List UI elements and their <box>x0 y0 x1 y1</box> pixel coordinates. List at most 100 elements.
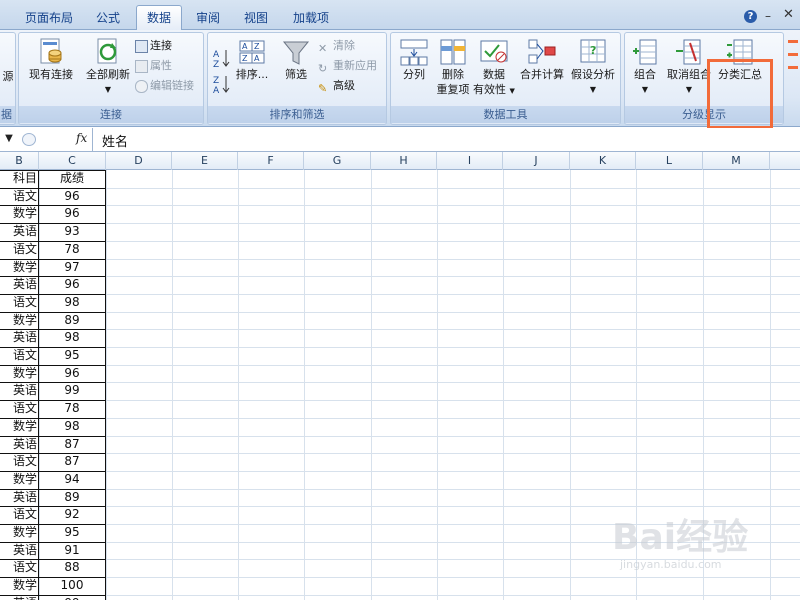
group-button[interactable]: 组合 ▼ <box>627 37 663 97</box>
sort-az-button[interactable]: A Z <box>212 47 232 70</box>
cell-score[interactable]: 91 <box>39 542 105 559</box>
cell-subject[interactable]: 语文 <box>0 241 38 258</box>
remove-duplicates-button[interactable]: 删除 重复项 <box>433 37 473 97</box>
tab-formulas[interactable]: 公式 <box>86 7 130 30</box>
sort-za-icon: Z A <box>213 76 230 96</box>
text-to-columns-button[interactable]: 分列 <box>394 37 434 82</box>
column-header-n[interactable] <box>770 152 800 170</box>
sort-za-button[interactable]: Z A <box>212 73 232 96</box>
column-header-l[interactable]: L <box>636 152 703 170</box>
cell-subject[interactable]: 语文 <box>0 294 38 311</box>
column-header-k[interactable]: K <box>570 152 636 170</box>
cell-subject[interactable]: 英语 <box>0 276 38 293</box>
formula-bar-resize-handle[interactable] <box>22 133 36 146</box>
consolidate-button[interactable]: 合并计算 <box>517 37 567 82</box>
cell-c-header[interactable]: 成绩 <box>39 170 105 187</box>
reapply-button[interactable]: ↻ 重新应用 <box>318 57 377 75</box>
cell-score[interactable]: 98 <box>39 294 105 311</box>
cell-subject[interactable]: 英语 <box>0 223 38 240</box>
cell-score[interactable]: 96 <box>39 205 105 222</box>
cell-score[interactable]: 87 <box>39 436 105 453</box>
cell-score[interactable]: 89 <box>39 312 105 329</box>
cell-score[interactable]: 88 <box>39 559 105 576</box>
cell-score[interactable]: 94 <box>39 471 105 488</box>
cell-subject[interactable]: 语文 <box>0 453 38 470</box>
ungroup-button[interactable]: 取消组合 ▼ <box>665 37 713 97</box>
cell-score[interactable]: 96 <box>39 365 105 382</box>
cell-score[interactable]: 97 <box>39 259 105 276</box>
cell-subject[interactable]: 英语 <box>0 382 38 399</box>
cell-subject[interactable]: 数学 <box>0 524 38 541</box>
column-header-b[interactable]: B <box>0 152 39 170</box>
cell-score[interactable]: 99 <box>39 382 105 399</box>
what-if-analysis-button[interactable]: ? 假设分析 ▼ <box>567 37 619 97</box>
column-header-i[interactable]: I <box>437 152 503 170</box>
cell-score[interactable]: 96 <box>39 188 105 205</box>
chevron-down-icon: ▼ <box>685 85 693 94</box>
refresh-all-button[interactable]: 全部刷新 ▼ <box>83 37 133 97</box>
tab-data[interactable]: 数据 <box>136 5 182 31</box>
cell-score[interactable]: 87 <box>39 453 105 470</box>
sort-button[interactable]: A Z Z A 排序... <box>234 39 270 82</box>
cell-subject[interactable]: 语文 <box>0 188 38 205</box>
cell-subject[interactable]: 数学 <box>0 312 38 329</box>
column-header-j[interactable]: J <box>503 152 570 170</box>
name-box-dropdown[interactable]: ▼ <box>0 129 18 149</box>
clear-filter-button[interactable]: ✕ 清除 <box>318 37 355 55</box>
column-header-g[interactable]: G <box>304 152 371 170</box>
cell-subject[interactable]: 语文 <box>0 347 38 364</box>
cell-subject[interactable]: 数学 <box>0 259 38 276</box>
column-header-h[interactable]: H <box>371 152 437 170</box>
sort-az-icon: A Z <box>213 50 230 70</box>
column-header-f[interactable]: F <box>238 152 304 170</box>
existing-connections-button[interactable]: 现有连接 <box>23 37 79 82</box>
from-other-sources-button[interactable]: 源 <box>0 69 16 84</box>
cell-subject[interactable]: 英语 <box>0 436 38 453</box>
tab-page-layout[interactable]: 页面布局 <box>20 7 78 30</box>
cell-score[interactable]: 96 <box>39 276 105 293</box>
cell-subject[interactable]: 数学 <box>0 205 38 222</box>
tab-review[interactable]: 审阅 <box>188 7 228 30</box>
filter-button[interactable]: 筛选 <box>278 39 314 82</box>
insert-function-button[interactable]: fx <box>76 131 87 145</box>
cell-subject[interactable]: 数学 <box>0 365 38 382</box>
cell-subject[interactable]: 语文 <box>0 506 38 523</box>
cell-score[interactable]: 95 <box>39 524 105 541</box>
column-gridline <box>304 170 305 600</box>
cell-b-header[interactable]: 科目 <box>0 170 38 187</box>
cell-score[interactable]: 98 <box>39 329 105 346</box>
cell-subject[interactable]: 语文 <box>0 400 38 417</box>
cell-subject[interactable]: 英语 <box>0 489 38 506</box>
cell-subject[interactable]: 英语 <box>0 595 38 600</box>
cell-score[interactable]: 99 <box>39 595 105 600</box>
close-button[interactable]: ✕ <box>783 7 794 22</box>
cell-score[interactable]: 93 <box>39 223 105 240</box>
advanced-filter-button[interactable]: ✎ 高级 <box>318 77 355 95</box>
cell-score[interactable]: 98 <box>39 418 105 435</box>
cell-subject[interactable]: 英语 <box>0 329 38 346</box>
data-validation-button[interactable]: 数据 有效性 ▼ <box>473 37 515 99</box>
help-icon[interactable]: ? <box>744 10 757 23</box>
cell-subject[interactable]: 数学 <box>0 471 38 488</box>
properties-button[interactable]: 属性 <box>135 57 172 75</box>
minimize-button[interactable]: – <box>765 10 771 22</box>
cell-score[interactable]: 89 <box>39 489 105 506</box>
cell-score[interactable]: 100 <box>39 577 105 594</box>
cell-subject[interactable]: 语文 <box>0 559 38 576</box>
column-header-d[interactable]: D <box>106 152 172 170</box>
cell-score[interactable]: 78 <box>39 400 105 417</box>
cell-score[interactable]: 92 <box>39 506 105 523</box>
edit-links-button[interactable]: 编辑链接 <box>135 77 194 95</box>
cell-subject[interactable]: 数学 <box>0 577 38 594</box>
formula-input[interactable]: 姓名 <box>102 131 128 150</box>
cell-subject[interactable]: 数学 <box>0 418 38 435</box>
column-header-m[interactable]: M <box>703 152 770 170</box>
column-header-e[interactable]: E <box>172 152 238 170</box>
tab-view[interactable]: 视图 <box>236 7 276 30</box>
tab-addins[interactable]: 加载项 <box>286 7 336 30</box>
cell-subject[interactable]: 英语 <box>0 542 38 559</box>
connections-button[interactable]: 连接 <box>135 37 172 55</box>
column-header-c[interactable]: C <box>39 152 106 170</box>
cell-score[interactable]: 95 <box>39 347 105 364</box>
cell-score[interactable]: 78 <box>39 241 105 258</box>
